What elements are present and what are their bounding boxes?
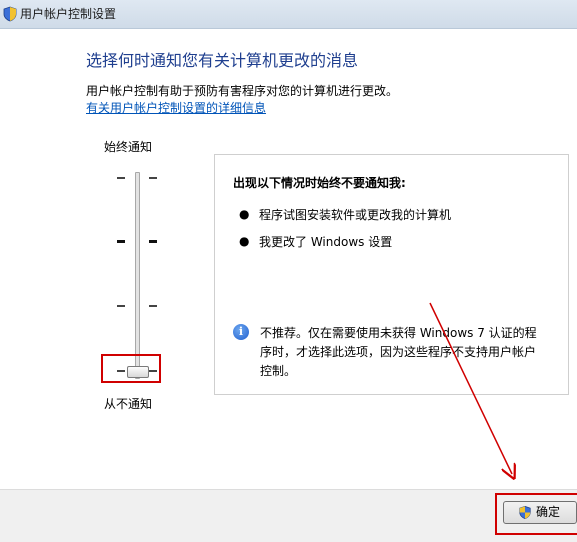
slider-tick bbox=[117, 177, 125, 179]
uac-shield-icon bbox=[3, 6, 17, 22]
annotation-highlight-slider bbox=[101, 354, 161, 383]
info-note: 不推荐。仅在需要使用未获得 Windows 7 认证的程 序时，才选择此选项，因… bbox=[260, 324, 550, 381]
page-description: 用户帐户控制有助于预防有害程序对您的计算机进行更改。 bbox=[86, 84, 399, 98]
annotation-highlight-ok bbox=[495, 493, 577, 535]
notification-slider-track[interactable] bbox=[135, 172, 140, 379]
info-note-line: 控制。 bbox=[260, 364, 297, 378]
more-info-link[interactable]: 有关用户帐户控制设置的详细信息 bbox=[86, 101, 266, 116]
slider-tick bbox=[117, 240, 125, 243]
footer-bar bbox=[0, 490, 577, 542]
slider-top-label: 始终通知 bbox=[104, 140, 153, 154]
slider-tick bbox=[149, 240, 157, 243]
slider-tick bbox=[149, 305, 157, 307]
slider-bottom-label: 从不通知 bbox=[104, 397, 153, 411]
slider-tick bbox=[149, 177, 157, 179]
bullet-icon: ● bbox=[239, 234, 250, 248]
info-panel-heading: 出现以下情况时始终不要通知我: bbox=[233, 176, 406, 190]
info-icon: i bbox=[233, 324, 249, 340]
page-title: 选择何时通知您有关计算机更改的消息 bbox=[86, 51, 359, 70]
bullet-icon: ● bbox=[239, 207, 250, 221]
info-note-line: 序时，才选择此选项，因为这些程序不支持用户帐户 bbox=[260, 345, 537, 359]
title-bar: 用户帐户控制设置 bbox=[0, 0, 577, 29]
slider-tick bbox=[117, 305, 125, 307]
info-note-line: 不推荐。仅在需要使用未获得 Windows 7 认证的程 bbox=[260, 326, 537, 340]
window-title: 用户帐户控制设置 bbox=[20, 7, 117, 21]
info-bullet: 我更改了 Windows 设置 bbox=[259, 235, 393, 249]
info-bullet: 程序试图安装软件或更改我的计算机 bbox=[259, 208, 452, 222]
